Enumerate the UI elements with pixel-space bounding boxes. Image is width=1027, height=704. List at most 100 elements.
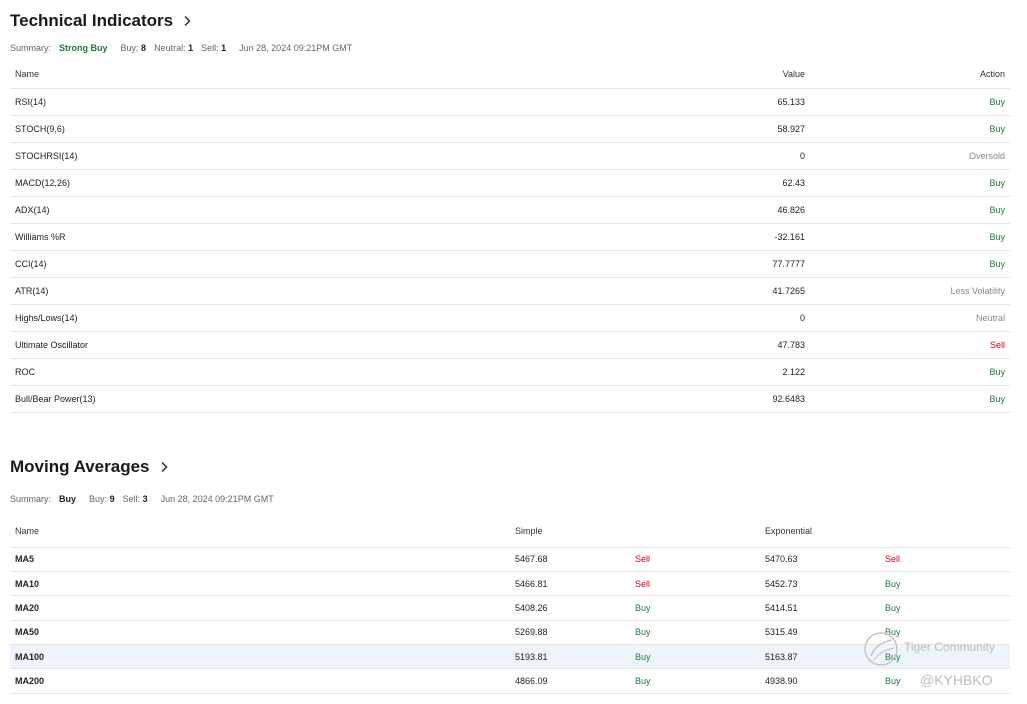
indicator-value: 77.7777 <box>410 250 810 278</box>
ma-exponential-value: 5163.87 <box>760 644 881 670</box>
ma-exponential-action: Buy <box>880 644 1011 670</box>
summary-value: Buy <box>59 494 77 504</box>
ma-exponential-value: 4938.90 <box>760 668 881 694</box>
column-header-name: Name <box>10 515 510 548</box>
buy-label: Buy: <box>120 43 139 53</box>
indicator-value: 65.133 <box>410 88 810 116</box>
sell-count: Sell: 3 <box>123 494 148 504</box>
table-row: Bull/Bear Power(13) 92.6483 Buy <box>10 385 1010 413</box>
indicator-action: Buy <box>810 358 1010 386</box>
indicator-name: Bull/Bear Power(13) <box>10 385 410 413</box>
buy-count-value: 9 <box>109 494 115 504</box>
ma-simple-value: 5466.81 <box>510 571 630 597</box>
table-row: MACD(12,26) 62.43 Buy <box>10 169 1010 197</box>
ma-name: MA20 <box>10 595 510 621</box>
indicator-action: Neutral <box>810 304 1010 332</box>
ma-simple-value: 4866.09 <box>510 668 630 694</box>
ma-simple-value: 5269.88 <box>510 620 630 646</box>
table-header-row: Name Simple Exponential <box>10 515 1011 548</box>
column-header-exponential: Exponential <box>760 515 1011 548</box>
table-row: CCI(14) 77.7777 Buy <box>10 250 1010 278</box>
technical-indicators-title-text: Technical Indicators <box>10 11 174 30</box>
table-row: Highs/Lows(14) 0 Neutral <box>10 304 1010 332</box>
table-row: STOCHRSI(14) 0 Oversold <box>10 142 1010 170</box>
technical-summary: Summary: Strong Buy Buy: 8 Neutral: 1 Se… <box>10 41 352 55</box>
table-row: MA20 5408.26 Buy 5414.51 Buy <box>10 595 1011 621</box>
indicator-name: Highs/Lows(14) <box>10 304 410 332</box>
column-header-name: Name <box>10 61 410 89</box>
buy-count-value: 8 <box>141 43 147 53</box>
summary-label: Summary: <box>10 494 52 504</box>
indicator-value: 2.122 <box>410 358 810 386</box>
summary-label: Summary: <box>10 43 52 53</box>
sell-label: Sell: <box>201 43 219 53</box>
technical-indicators-table: Name Value Action RSI(14) 65.133 Buy STOCH(… <box>10 61 1010 413</box>
neutral-count-value: 1 <box>188 43 194 53</box>
indicator-value: 0 <box>410 142 810 170</box>
indicator-value: 46.826 <box>410 196 810 224</box>
indicator-action: Less Volatility <box>810 277 1010 305</box>
summary-timestamp: Jun 28, 2024 09:21PM GMT <box>239 43 353 53</box>
indicator-action: Buy <box>810 169 1010 197</box>
buy-count: Buy: 8 <box>121 43 147 53</box>
indicator-value: 58.927 <box>410 115 810 143</box>
moving-summary: Summary: Buy Buy: 9 Sell: 3 Jun 28, 2024… <box>10 492 274 506</box>
chevron-right-icon <box>160 461 168 473</box>
ma-simple-action: Sell <box>630 547 761 572</box>
indicator-action: Buy <box>810 385 1010 413</box>
indicator-value: 47.783 <box>410 331 810 359</box>
indicator-action: Buy <box>810 223 1010 251</box>
ma-exponential-value: 5452.73 <box>760 571 881 597</box>
column-header-simple: Simple <box>510 515 761 548</box>
indicator-name: MACD(12,26) <box>10 169 410 197</box>
indicator-value: 41.7265 <box>410 277 810 305</box>
sell-count-value: 1 <box>221 43 227 53</box>
table-row: RSI(14) 65.133 Buy <box>10 88 1010 116</box>
table-row: Ultimate Oscillator 47.783 Sell <box>10 331 1010 359</box>
ma-exponential-action: Buy <box>880 571 1011 597</box>
table-header-row: Name Value Action <box>10 61 1010 89</box>
indicator-action: Oversold <box>810 142 1010 170</box>
indicator-name: Williams %R <box>10 223 410 251</box>
indicator-value: 0 <box>410 304 810 332</box>
ma-name: MA100 <box>10 644 510 670</box>
technical-indicators-title[interactable]: Technical Indicators <box>10 11 192 31</box>
summary-timestamp: Jun 28, 2024 09:21PM GMT <box>160 494 274 504</box>
indicator-name: STOCHRSI(14) <box>10 142 410 170</box>
indicator-name: STOCH(9,6) <box>10 115 410 143</box>
ma-simple-action: Buy <box>630 668 761 694</box>
sell-count: Sell: 1 <box>201 43 226 53</box>
indicator-action: Buy <box>810 88 1010 116</box>
summary-value: Strong Buy <box>59 43 108 53</box>
indicator-action: Buy <box>810 115 1010 143</box>
table-row: MA10 5466.81 Sell 5452.73 Buy <box>10 571 1011 597</box>
indicator-name: Ultimate Oscillator <box>10 331 410 359</box>
ma-simple-action: Buy <box>630 620 761 646</box>
moving-averages-title[interactable]: Moving Averages <box>10 457 169 477</box>
sell-label: Sell: <box>122 494 141 504</box>
indicator-name: ADX(14) <box>10 196 410 224</box>
column-header-value: Value <box>410 61 810 89</box>
ma-exponential-action: Buy <box>880 668 1011 694</box>
table-row: ADX(14) 46.826 Buy <box>10 196 1010 224</box>
ma-exponential-action: Sell <box>880 547 1011 572</box>
ma-name: MA50 <box>10 620 510 646</box>
indicator-action: Buy <box>810 196 1010 224</box>
table-row: MA100 5193.81 Buy 5163.87 Buy <box>10 644 1011 670</box>
table-row: MA200 4866.09 Buy 4938.90 Buy <box>10 668 1011 694</box>
chevron-right-icon <box>184 15 191 27</box>
ma-name: MA5 <box>10 547 510 572</box>
indicator-action: Buy <box>810 250 1010 278</box>
indicator-value: -32.161 <box>410 223 810 251</box>
ma-exponential-value: 5470.63 <box>760 547 881 572</box>
table-row: STOCH(9,6) 58.927 Buy <box>10 115 1010 143</box>
table-row: ATR(14) 41.7265 Less Volatility <box>10 277 1010 305</box>
ma-exponential-value: 5315.49 <box>760 620 881 646</box>
ma-simple-value: 5467.68 <box>510 547 630 572</box>
table-row: MA50 5269.88 Buy 5315.49 Buy <box>10 620 1011 646</box>
ma-exponential-action: Buy <box>880 620 1011 646</box>
indicator-value: 92.6483 <box>410 385 810 413</box>
sell-count-value: 3 <box>142 494 148 504</box>
ma-simple-action: Buy <box>630 644 761 670</box>
table-row: Williams %R -32.161 Buy <box>10 223 1010 251</box>
